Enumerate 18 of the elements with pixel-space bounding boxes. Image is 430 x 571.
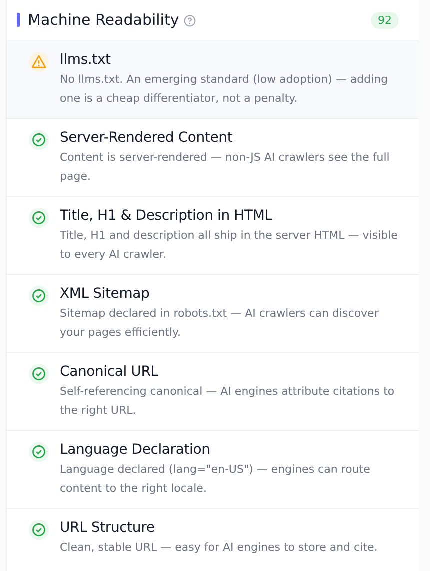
check-title: URL Structure — [60, 519, 156, 538]
check-title: Title, H1 & Description in HTML — [60, 207, 274, 226]
check-title: XML Sitemap — [60, 285, 151, 304]
check-description: No llms.txt. An emerging standard (low adoption) — adding one is a cheap differentiator, not a penalty. — [60, 72, 390, 107]
help-icon[interactable] — [184, 15, 196, 27]
check-description: Content is server-rendered — non-JS AI crawlers see the full page. — [60, 150, 391, 185]
check-title: Server-Rendered Content — [60, 129, 234, 148]
check-description: Self-referencing canonical — AI engines attribute citations to the right URL. — [60, 384, 396, 419]
check-description: Clean, stable URL — easy for AI engines to store and cite. — [60, 540, 378, 556]
section-title: Machine Readability — [28, 11, 180, 29]
check-title: Canonical URL — [60, 363, 160, 382]
check-description: Sitemap declared in robots.txt — AI crawlers can discover your pages efficiently. — [60, 306, 380, 341]
check-description: Title, H1 and description all ship in the server HTML — visible to every AI crawler. — [60, 228, 399, 263]
check-description: Language declared (lang="en-US") — engines can route content to the right locale. — [60, 462, 372, 497]
score-badge: 92 — [371, 12, 399, 28]
check-title: llms.txt — [60, 51, 112, 70]
check-title: Language Declaration — [60, 441, 212, 460]
accent-bar — [17, 13, 20, 27]
